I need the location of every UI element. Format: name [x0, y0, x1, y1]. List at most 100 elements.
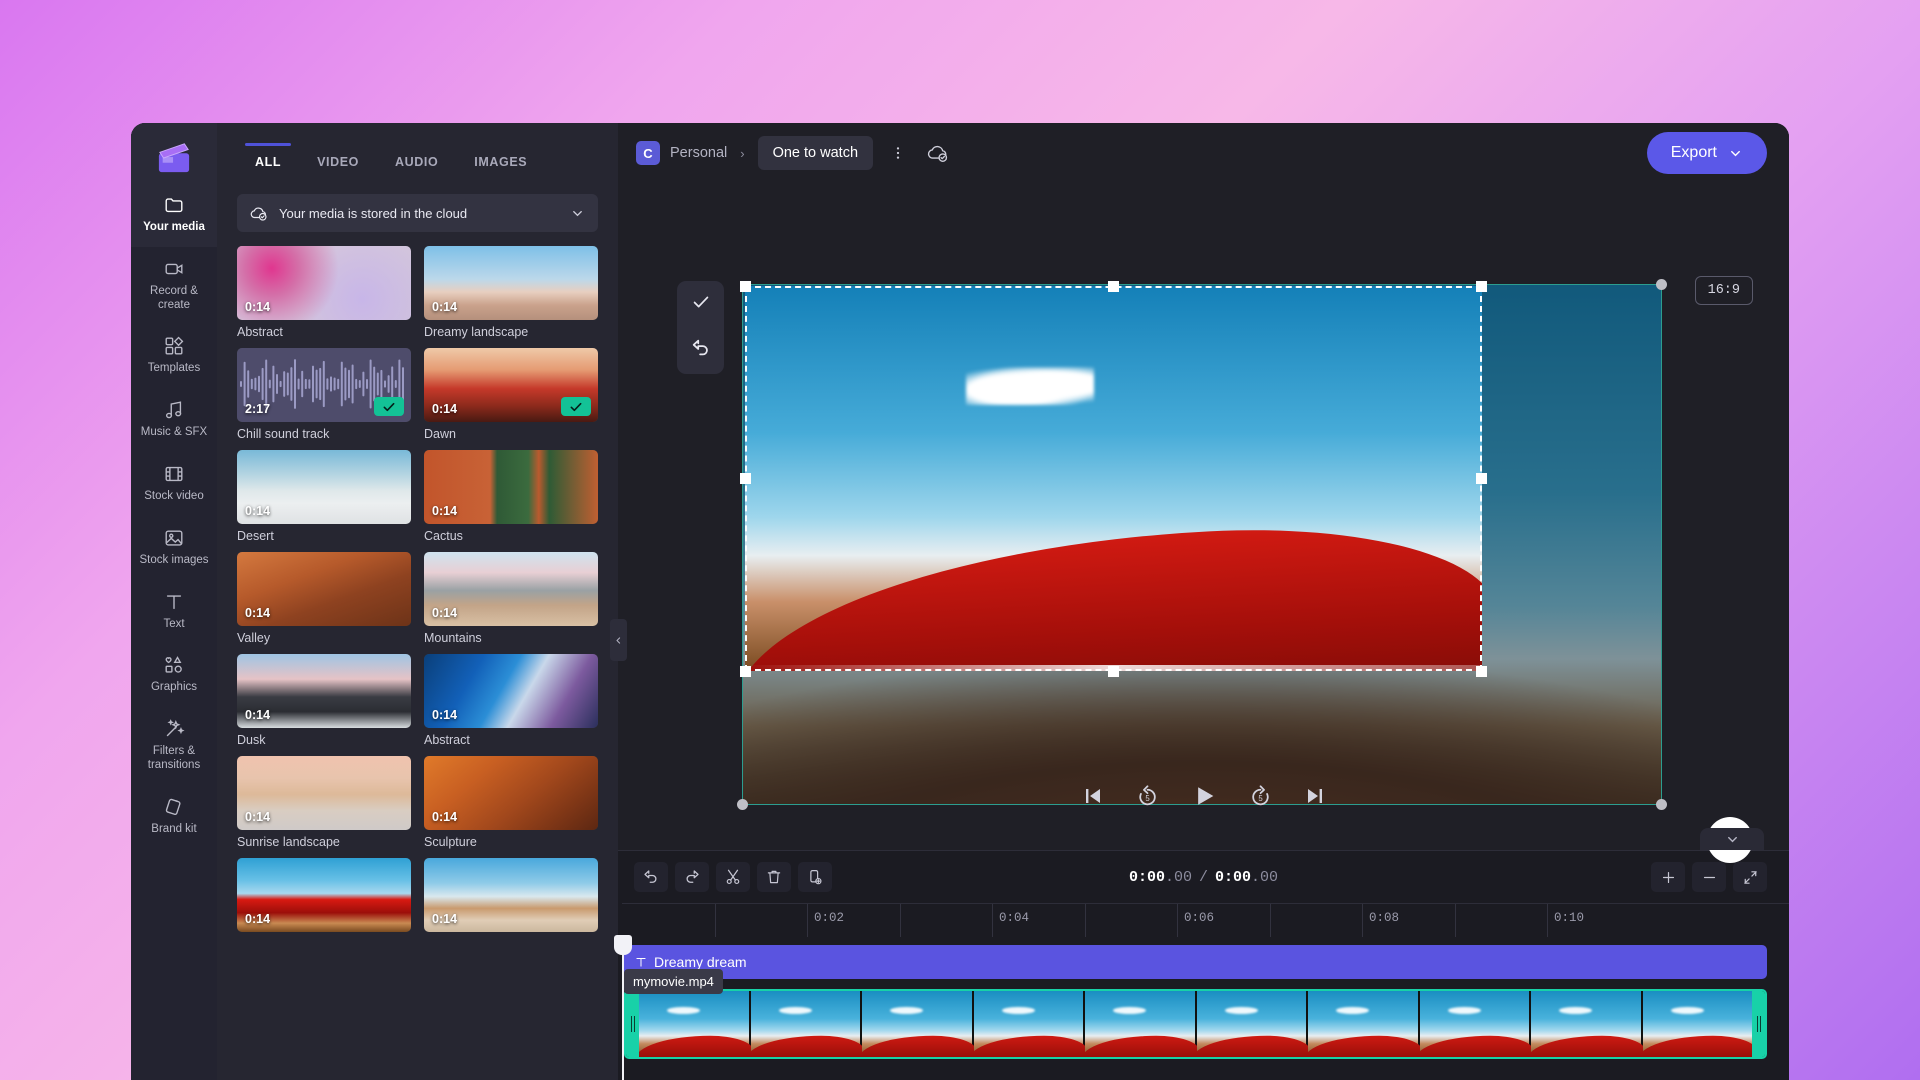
project-more-button[interactable] — [883, 138, 913, 168]
resize-handle-bottom-right[interactable] — [1476, 666, 1487, 677]
redo-button[interactable] — [675, 862, 709, 892]
delete-button[interactable] — [757, 862, 791, 892]
sidebar-item-music-sfx[interactable]: Music & SFX — [131, 388, 217, 452]
media-duration: 0:14 — [432, 504, 458, 518]
media-card[interactable]: 0:14 Dusk — [237, 654, 411, 747]
resize-handle-bottom-center[interactable] — [1108, 666, 1119, 677]
collapse-preview-button[interactable] — [1700, 828, 1764, 850]
text-t-icon — [166, 594, 182, 609]
media-title: Mountains — [424, 631, 482, 645]
sidebar-item-brand-kit[interactable]: Brand kit — [131, 785, 217, 849]
checkmark-icon — [383, 402, 395, 411]
sidebar-item-label: Your media — [143, 221, 205, 233]
zoom-in-button[interactable] — [1651, 862, 1685, 892]
project-name-field[interactable]: One to watch — [757, 136, 874, 170]
duplicate-button[interactable] — [798, 862, 832, 892]
media-card[interactable]: 0:14 Desert — [237, 450, 411, 543]
sidebar-item-stock-images[interactable]: Stock images — [131, 516, 217, 580]
clip-filmstrip — [639, 991, 1752, 1057]
video-clip[interactable] — [624, 989, 1767, 1059]
text-clip[interactable]: Dreamy dream — [624, 945, 1767, 979]
media-title: Dawn — [424, 427, 456, 441]
folder-icon — [165, 198, 183, 213]
workspace-avatar[interactable]: C — [636, 141, 660, 165]
media-card[interactable]: 0:14 Cactus — [424, 450, 598, 543]
sidebar-item-templates[interactable]: Templates — [131, 324, 217, 388]
sidebar-item-label: Graphics — [150, 681, 198, 694]
media-thumbnail: 0:14 — [424, 348, 598, 422]
export-label: Export — [1670, 144, 1717, 161]
media-card[interactable]: 0:14 Valley — [237, 552, 411, 645]
tab-all[interactable]: ALL — [237, 143, 299, 181]
aspect-ratio-badge[interactable]: 16:9 — [1694, 276, 1753, 305]
tab-video[interactable]: VIDEO — [299, 145, 377, 181]
resize-handle-top-center[interactable] — [1108, 281, 1119, 292]
chevron-down-icon — [573, 210, 582, 216]
ruler-minor-tick — [714, 904, 716, 937]
sidebar-item-your-media[interactable]: Your media — [131, 183, 217, 247]
tab-audio[interactable]: AUDIO — [377, 145, 456, 181]
media-duration: 0:14 — [245, 810, 271, 824]
media-card[interactable]: 2:17 Chill sound track — [237, 348, 411, 441]
resize-handle-top-right[interactable] — [1476, 281, 1487, 292]
preview-area: 16:9 ? 5 — [618, 183, 1789, 863]
media-card[interactable]: 0:14 — [237, 858, 411, 937]
corner-handle-top-right[interactable] — [1656, 279, 1667, 290]
media-card[interactable]: 0:14 Abstract — [424, 654, 598, 747]
sidebar-item-label: Record & create — [150, 284, 198, 311]
sidebar-item-filters-transitions[interactable]: Filters & transitions — [131, 707, 217, 785]
clip-frame — [1419, 991, 1529, 1057]
plus-icon — [1662, 871, 1674, 883]
media-card[interactable]: 0:14 Abstract — [237, 246, 411, 339]
split-button[interactable] — [716, 862, 750, 892]
playhead[interactable] — [614, 935, 632, 1080]
reset-crop-button[interactable] — [690, 337, 712, 364]
breadcrumb-workspace[interactable]: Personal — [670, 145, 727, 161]
cloud-check-icon — [250, 207, 267, 221]
media-thumbnail: 0:14 — [424, 552, 598, 626]
video-canvas[interactable] — [737, 279, 1667, 810]
resize-handle-mid-left[interactable] — [740, 473, 751, 484]
sidebar-item-text[interactable]: Text — [131, 580, 217, 644]
ruler-tick: 0:02 — [807, 904, 844, 937]
breadcrumb-separator: › — [740, 145, 745, 161]
sidebar-item-record-create[interactable]: Record & create — [131, 247, 217, 325]
media-card[interactable]: 0:14 — [424, 858, 598, 937]
video-camera-icon — [165, 263, 183, 275]
resize-handle-bottom-left[interactable] — [740, 666, 751, 677]
play-button[interactable] — [1190, 782, 1218, 810]
media-card[interactable]: 0:14 Sunrise landscape — [237, 756, 411, 849]
red-wave-graphic — [745, 516, 1482, 671]
clip-trim-handle-right[interactable] — [1752, 991, 1765, 1057]
skip-to-start-button[interactable] — [1081, 784, 1105, 808]
tab-images[interactable]: IMAGES — [456, 145, 545, 181]
svg-text:5: 5 — [1145, 793, 1150, 802]
zoom-out-button[interactable] — [1692, 862, 1726, 892]
sidebar-item-stock-video[interactable]: Stock video — [131, 452, 217, 516]
media-card[interactable]: 0:14 Dawn — [424, 348, 598, 441]
media-card[interactable]: 0:14 Sculpture — [424, 756, 598, 849]
media-card[interactable]: 0:14 Mountains — [424, 552, 598, 645]
clip-frame — [1531, 991, 1641, 1057]
media-card[interactable]: 0:14 Dreamy landscape — [424, 246, 598, 339]
resize-handle-top-left[interactable] — [740, 281, 751, 292]
timeline-ruler[interactable]: 0:02 0:04 0:06 0:08 0:10 — [622, 903, 1789, 937]
clip-frame — [973, 991, 1083, 1057]
media-duration: 0:14 — [432, 912, 458, 926]
skip-to-end-button[interactable] — [1303, 784, 1327, 808]
media-thumbnail: 0:14 — [424, 858, 598, 932]
forward-5s-button[interactable]: 5 — [1248, 784, 1273, 809]
resize-handle-mid-right[interactable] — [1476, 473, 1487, 484]
sidebar-item-graphics[interactable]: Graphics — [131, 643, 217, 707]
undo-button[interactable] — [634, 862, 668, 892]
confirm-crop-button[interactable] — [690, 291, 712, 318]
app-logo[interactable] — [131, 123, 217, 183]
cloud-storage-note[interactable]: Your media is stored in the cloud — [237, 194, 598, 232]
back-5s-button[interactable]: 5 — [1135, 784, 1160, 809]
clip-trim-handle-left[interactable] — [626, 991, 639, 1057]
collapse-panel-button[interactable] — [610, 619, 627, 661]
export-button[interactable]: Export — [1646, 132, 1767, 174]
save-status-button[interactable] — [923, 138, 953, 168]
rewind-5-icon: 5 — [1138, 784, 1156, 805]
fit-to-screen-button[interactable] — [1733, 862, 1767, 892]
